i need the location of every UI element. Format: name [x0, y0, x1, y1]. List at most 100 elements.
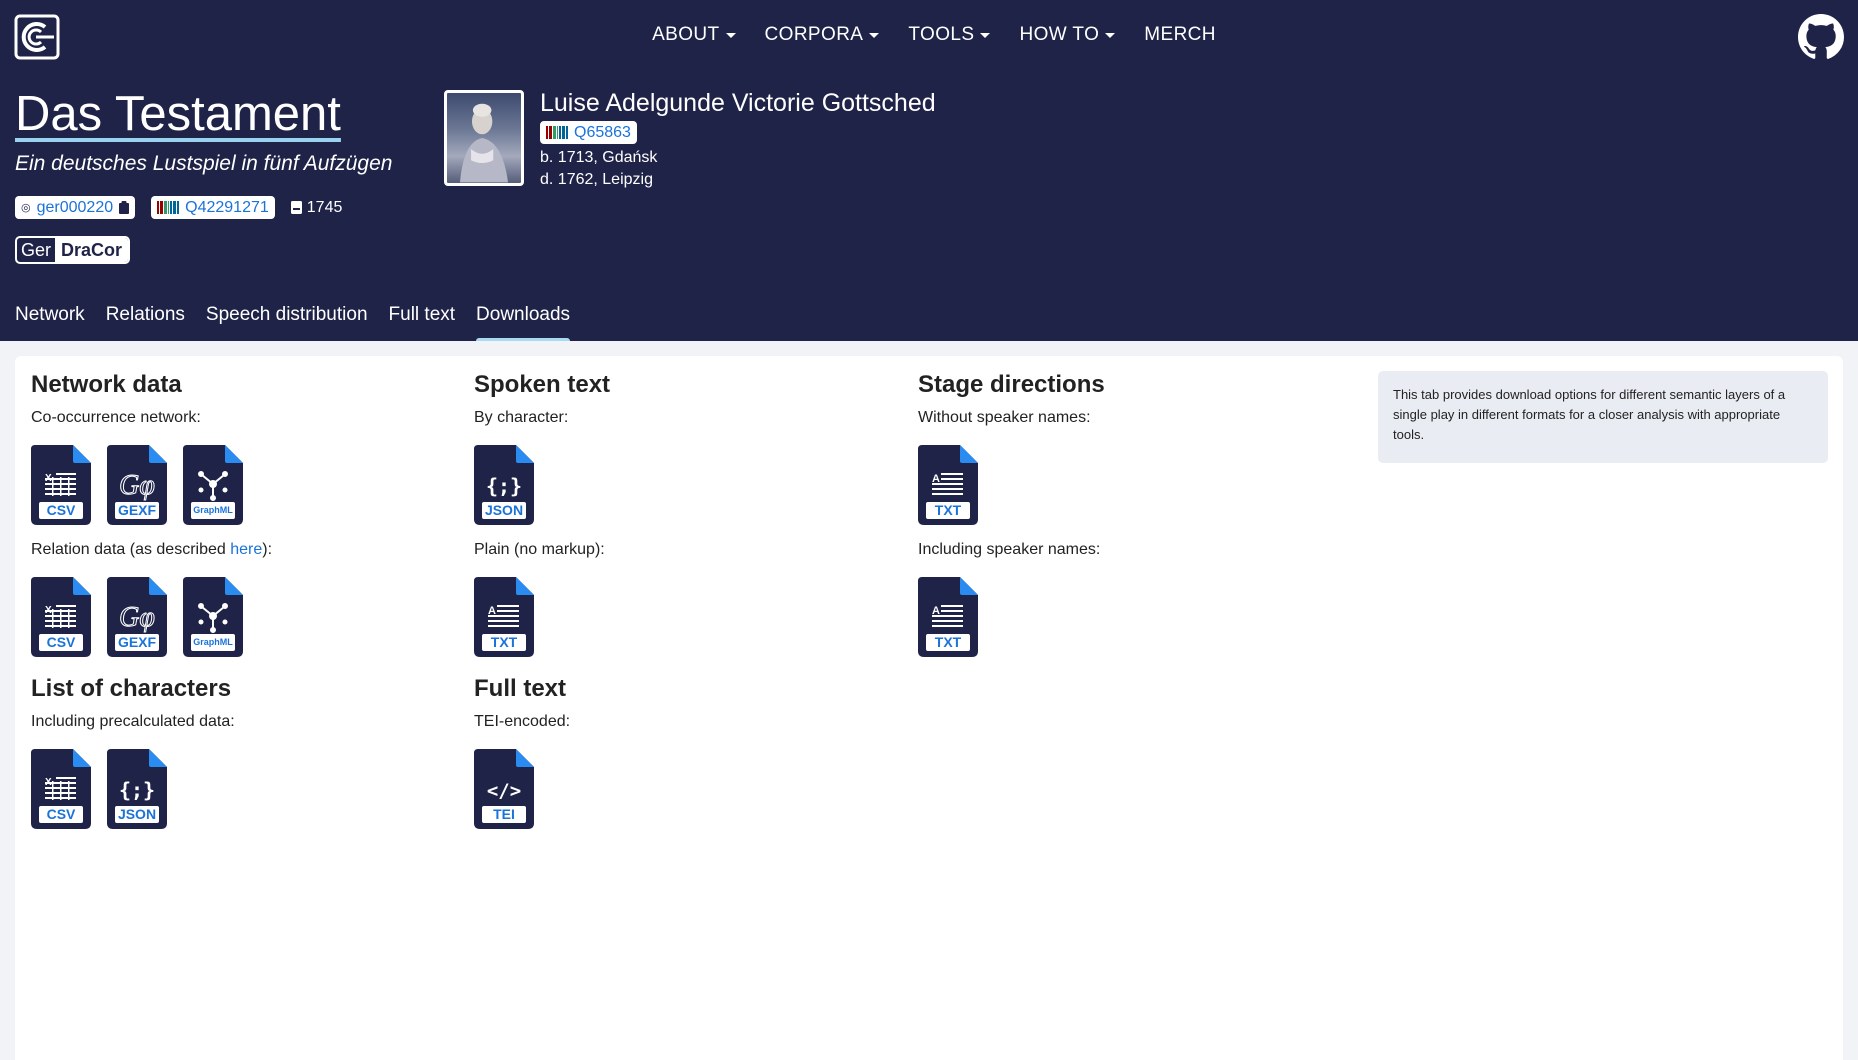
download-relations-gexf-button[interactable]: Gφ GEXF	[107, 577, 167, 657]
chevron-down-icon	[869, 32, 880, 38]
year-value: 1745	[306, 198, 343, 216]
format-label: TXT	[482, 634, 526, 651]
author-portrait	[444, 90, 524, 186]
format-label: GEXF	[115, 634, 159, 651]
format-label: GraphML	[191, 502, 235, 519]
corpus-badge[interactable]: Ger DraCor	[15, 236, 131, 264]
download-stage-txt-button[interactable]: A TXT	[918, 445, 978, 525]
format-label: JSON	[115, 806, 159, 823]
top-navbar: ABOUT CORPORA TOOLS HOW TO MERCH	[0, 0, 1858, 74]
download-relations-graphml-button[interactable]: GraphML	[183, 577, 243, 657]
nav-corpora[interactable]: CORPORA	[765, 24, 880, 46]
svg-text:Gφ: Gφ	[119, 470, 155, 501]
dracor-id: ger000220	[36, 198, 114, 216]
relation-docs-link[interactable]: here	[230, 541, 262, 558]
download-spoken-txt-button[interactable]: A TXT	[474, 577, 534, 657]
format-label: CSV	[39, 634, 83, 651]
by-character-label: By character:	[474, 409, 569, 426]
format-label: CSV	[39, 806, 83, 823]
relation-label-prefix: Relation data (as described	[31, 541, 231, 558]
wikidata-id: Q42291271	[185, 198, 269, 216]
cooccurrence-label: Co-occurrence network:	[31, 409, 201, 426]
chevron-down-icon	[725, 32, 736, 38]
format-label: TXT	[926, 634, 970, 651]
tab-speech-distribution[interactable]: Speech distribution	[206, 304, 368, 338]
download-relations-csv-button[interactable]: XCSV	[31, 577, 91, 657]
tei-label: TEI-encoded:	[474, 713, 571, 730]
download-gexf-button[interactable]: Gφ GEXF	[107, 445, 167, 525]
chevron-down-icon	[1105, 32, 1116, 38]
svg-text:Gφ: Gφ	[119, 602, 155, 633]
dracor-small-icon: ◎	[21, 202, 31, 214]
wikidata-badge[interactable]: Q42291271	[151, 196, 275, 219]
play-identifiers: ◎ ger000220 Q42291271 1745	[15, 196, 342, 219]
format-label: TXT	[926, 502, 970, 519]
svg-text:</>: </>	[487, 780, 521, 802]
format-label: GraphML	[191, 634, 235, 651]
downloads-info-box: This tab provides download options for d…	[1378, 371, 1828, 463]
plain-downloads: A TXT	[474, 577, 894, 657]
nav-about-label: ABOUT	[652, 24, 720, 45]
relation-downloads: XCSV GφGEXF GraphML	[31, 577, 451, 657]
wikidata-icon	[546, 126, 568, 139]
section-title: Spoken text	[474, 371, 611, 398]
author-name: Luise Adelgunde Victorie Gottsched	[540, 89, 936, 117]
main-nav: ABOUT CORPORA TOOLS HOW TO MERCH	[0, 24, 1858, 46]
corpus-prefix: Ger	[21, 240, 52, 260]
author-wikidata-id: Q65863	[574, 123, 631, 141]
relation-label-suffix: ):	[262, 541, 273, 558]
download-stage-speakers-txt-button[interactable]: A TXT	[918, 577, 978, 657]
dracor-id-badge[interactable]: ◎ ger000220	[15, 196, 136, 219]
download-spoken-json-button[interactable]: {;} JSON	[474, 445, 534, 525]
section-title: List of characters	[31, 675, 232, 702]
author-wikidata-badge[interactable]: Q65863	[540, 121, 637, 144]
nav-corpora-label: CORPORA	[764, 24, 864, 45]
nav-tools[interactable]: TOOLS	[908, 24, 991, 46]
relation-label: Relation data (as described here):	[31, 541, 451, 559]
stage-directions-section: Stage directions Without speaker names: …	[918, 371, 1338, 657]
with-speakers-label: Including speaker names:	[918, 541, 1101, 558]
without-speakers-downloads: A TXT	[918, 445, 1338, 525]
nav-tools-label: TOOLS	[908, 24, 975, 45]
author-wikidata-pill[interactable]: Q65863	[540, 121, 637, 144]
downloads-panel: Network data Co-occurrence network: XCSV…	[15, 356, 1843, 1060]
plain-label: Plain (no markup):	[474, 541, 605, 558]
tab-relations[interactable]: Relations	[106, 304, 185, 338]
by-character-downloads: {;} JSON	[474, 445, 894, 525]
download-characters-csv-button[interactable]: XCSV	[31, 749, 91, 829]
tab-full-text[interactable]: Full text	[389, 304, 456, 338]
clipboard-icon[interactable]	[119, 201, 130, 214]
author-birth: b. 1713, Gdańsk	[540, 149, 658, 166]
play-subtitle: Ein deutsches Lustspiel in fünf Aufzügen	[15, 152, 393, 175]
tab-downloads[interactable]: Downloads	[476, 304, 571, 344]
download-graphml-button[interactable]: GraphML	[183, 445, 243, 525]
characters-downloads: XCSV {;} JSON	[31, 749, 451, 829]
author-death: d. 1762, Leipzig	[540, 171, 653, 188]
without-speakers-label: Without speaker names:	[918, 409, 1091, 426]
nav-merch[interactable]: MERCH	[1144, 24, 1216, 46]
download-characters-json-button[interactable]: {;} JSON	[107, 749, 167, 829]
tab-network[interactable]: Network	[15, 304, 85, 338]
network-data-section: Network data Co-occurrence network: XCSV…	[31, 371, 451, 657]
play-tabs: Network Relations Speech distribution Fu…	[15, 304, 571, 344]
section-title: Network data	[31, 371, 182, 398]
nav-about[interactable]: ABOUT	[652, 24, 736, 46]
nav-howto[interactable]: HOW TO	[1019, 24, 1116, 46]
download-tei-button[interactable]: </> TEI	[474, 749, 534, 829]
section-title: Stage directions	[918, 371, 1105, 398]
format-label: TEI	[482, 806, 526, 823]
corpus-name: DraCor	[55, 238, 129, 262]
section-title: Full text	[474, 675, 567, 702]
github-icon[interactable]	[1798, 14, 1844, 60]
nav-merch-label: MERCH	[1144, 24, 1216, 45]
full-text-section: Full text TEI-encoded: </> TEI	[474, 675, 894, 829]
format-label: JSON	[482, 502, 526, 519]
format-label: GEXF	[115, 502, 159, 519]
characters-section: List of characters Including precalculat…	[31, 675, 451, 829]
format-label: CSV	[39, 502, 83, 519]
download-csv-button[interactable]: XCSV	[31, 445, 91, 525]
characters-label: Including precalculated data:	[31, 713, 235, 730]
play-title[interactable]: Das Testament	[15, 86, 341, 142]
calendar-icon	[290, 201, 302, 214]
cooccurrence-downloads: XCSV GφGEXF GraphML	[31, 445, 451, 525]
